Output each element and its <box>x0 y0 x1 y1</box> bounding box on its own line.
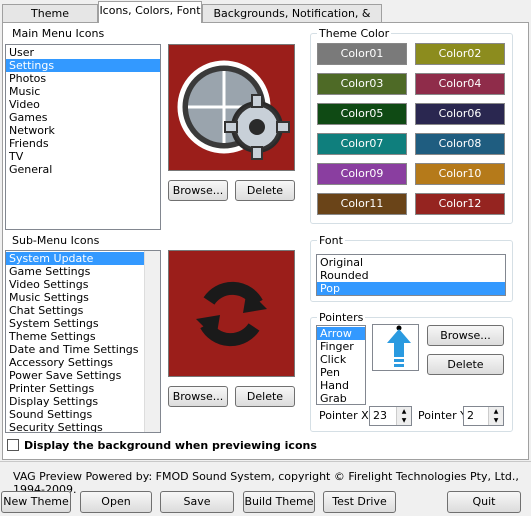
color-swatch[interactable]: Color07 <box>317 133 407 155</box>
font-item[interactable]: Pop <box>317 282 505 295</box>
pointer-x-label: Pointer X <box>319 409 369 422</box>
color-swatch[interactable]: Color11 <box>317 193 407 215</box>
display-background-label: Display the background when previewing i… <box>24 439 317 452</box>
main-menu-item[interactable]: Friends <box>6 137 160 150</box>
build-theme-button[interactable]: Build Theme <box>243 491 315 513</box>
main-menu-item[interactable]: Video <box>6 98 160 111</box>
main-menu-item[interactable]: Settings <box>6 59 160 72</box>
color-swatch[interactable]: Color10 <box>415 163 505 185</box>
sub-menu-item[interactable]: Chat Settings <box>6 304 160 317</box>
sub-menu-item[interactable]: Printer Settings <box>6 382 160 395</box>
pointer-y-label: Pointer Y <box>418 409 467 422</box>
sub-icon-preview <box>168 250 295 377</box>
pointer-browse-button[interactable]: Browse... <box>427 325 504 346</box>
color-swatch[interactable]: Color08 <box>415 133 505 155</box>
sub-menu-scrollbar[interactable] <box>144 251 160 432</box>
font-list[interactable]: Original Rounded Pop <box>316 254 506 296</box>
sub-menu-item[interactable]: Power Save Settings <box>6 369 160 382</box>
main-menu-item[interactable]: Games <box>6 111 160 124</box>
sub-menu-item[interactable]: Accessory Settings <box>6 356 160 369</box>
main-menu-item[interactable]: Music <box>6 85 160 98</box>
sub-menu-item[interactable]: System Settings <box>6 317 160 330</box>
color-swatch[interactable]: Color09 <box>317 163 407 185</box>
tab-icons-colors-font[interactable]: Icons, Colors, Font <box>98 1 202 23</box>
pointer-item[interactable]: Hand <box>317 379 365 392</box>
main-menu-item[interactable]: General <box>6 163 160 176</box>
display-background-checkbox[interactable] <box>7 439 19 451</box>
theme-color-title: Theme Color <box>317 27 392 40</box>
sub-menu-item[interactable]: Music Settings <box>6 291 160 304</box>
pointer-y-spinner[interactable]: 2 ▲ ▼ <box>463 406 504 426</box>
open-button[interactable]: Open <box>80 491 152 513</box>
color-swatch[interactable]: Color02 <box>415 43 505 65</box>
save-button[interactable]: Save <box>160 491 234 513</box>
pointer-item[interactable]: Click <box>317 353 365 366</box>
sub-menu-item[interactable]: Video Settings <box>6 278 160 291</box>
pointers-title: Pointers <box>317 311 366 324</box>
color-swatch[interactable]: Color05 <box>317 103 407 125</box>
main-menu-icons-list[interactable]: User Settings Photos Music Video Games Network… <box>5 44 161 230</box>
font-title: Font <box>317 234 345 247</box>
main-delete-button[interactable]: Delete <box>235 180 295 201</box>
new-theme-button[interactable]: New Theme <box>1 491 71 513</box>
main-menu-item[interactable]: Photos <box>6 72 160 85</box>
color-swatch[interactable]: Color03 <box>317 73 407 95</box>
sub-menu-item[interactable]: Display Settings <box>6 395 160 408</box>
tab-theme-information[interactable]: Theme Information <box>2 4 98 38</box>
main-menu-item[interactable]: User <box>6 46 160 59</box>
sub-menu-item[interactable]: Theme Settings <box>6 330 160 343</box>
pointer-item[interactable]: Grab <box>317 392 365 404</box>
color-swatch[interactable]: Color01 <box>317 43 407 65</box>
color-swatch[interactable]: Color04 <box>415 73 505 95</box>
pointer-item[interactable]: Finger <box>317 340 365 353</box>
main-menu-item[interactable]: TV <box>6 150 160 163</box>
sub-menu-icons-label: Sub-Menu Icons <box>12 234 100 247</box>
pointer-y-arrows[interactable]: ▲ ▼ <box>488 407 503 425</box>
pointer-x-arrows[interactable]: ▲ ▼ <box>396 407 411 425</box>
sub-browse-button[interactable]: Browse... <box>168 386 228 407</box>
pointer-delete-button[interactable]: Delete <box>427 354 504 375</box>
pointer-preview <box>372 324 419 371</box>
footer-divider <box>0 461 531 462</box>
font-item[interactable]: Original <box>317 256 505 269</box>
pointer-x-value: 23 <box>373 409 387 422</box>
sub-menu-item[interactable]: Sound Settings <box>6 408 160 421</box>
pointers-list[interactable]: Arrow Finger Click Pen Hand Grab <box>316 325 366 405</box>
pointer-item[interactable]: Arrow <box>317 327 365 340</box>
refresh-icon <box>196 281 267 347</box>
color-swatch[interactable]: Color06 <box>415 103 505 125</box>
sub-menu-item[interactable]: Date and Time Settings <box>6 343 160 356</box>
sub-menu-item[interactable]: Security Settings <box>6 421 160 432</box>
test-drive-button[interactable]: Test Drive <box>323 491 396 513</box>
pointer-x-spinner[interactable]: 23 ▲ ▼ <box>369 406 412 426</box>
pointer-item[interactable]: Pen <box>317 366 365 379</box>
sub-menu-item[interactable]: System Update <box>6 252 160 265</box>
sub-menu-icons-list[interactable]: System Update Game Settings Video Settings… <box>5 250 161 433</box>
main-menu-icons-label: Main Menu Icons <box>12 27 105 40</box>
arrow-pointer-icon <box>387 325 411 367</box>
main-icon-preview <box>168 44 295 171</box>
font-item[interactable]: Rounded <box>317 269 505 282</box>
pointer-y-value: 2 <box>467 409 474 422</box>
sub-delete-button[interactable]: Delete <box>235 386 295 407</box>
quit-button[interactable]: Quit <box>447 491 521 513</box>
main-browse-button[interactable]: Browse... <box>168 180 228 201</box>
settings-gear-icon <box>177 60 290 160</box>
color-swatch[interactable]: Color12 <box>415 193 505 215</box>
main-menu-item[interactable]: Network <box>6 124 160 137</box>
tab-backgrounds-notification-sounds[interactable]: Backgrounds, Notification, & Sounds <box>202 4 382 38</box>
sub-menu-item[interactable]: Game Settings <box>6 265 160 278</box>
